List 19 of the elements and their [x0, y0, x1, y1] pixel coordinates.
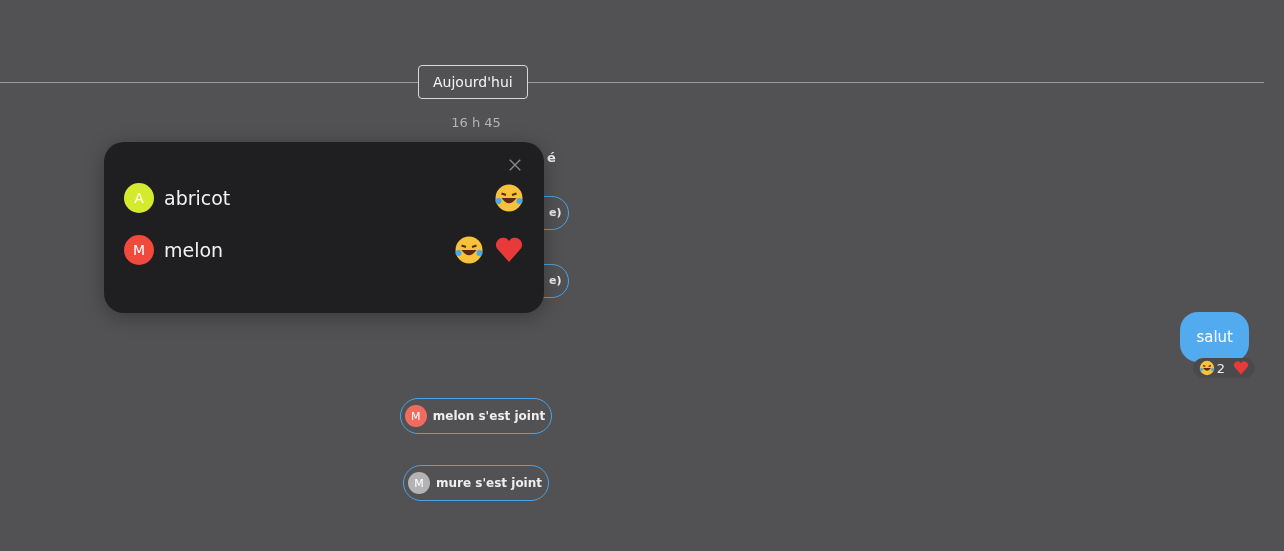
close-icon[interactable] [508, 158, 522, 172]
message-bubble: salut [1180, 312, 1249, 362]
system-message-text: é [547, 150, 556, 167]
reactions-bar[interactable]: 2 [1192, 358, 1255, 378]
reaction-count: 2 [1216, 360, 1225, 376]
timestamp: 16 h 45 [451, 115, 501, 130]
avatar: M [124, 235, 154, 265]
date-divider-label: Aujourd'hui [418, 65, 528, 99]
user-name: melon [164, 239, 224, 261]
avatar: M [404, 405, 427, 427]
laughing-face-icon [454, 235, 484, 265]
avatar: M [407, 472, 430, 494]
laughing-face-icon [1198, 360, 1215, 376]
laughing-face-icon [494, 183, 524, 213]
join-text: melon s'est joint [432, 409, 546, 423]
join-text: mure s'est joint [435, 476, 542, 490]
avatar: A [124, 183, 154, 213]
user-name: abricot [164, 187, 231, 209]
heart-icon [1233, 360, 1249, 376]
